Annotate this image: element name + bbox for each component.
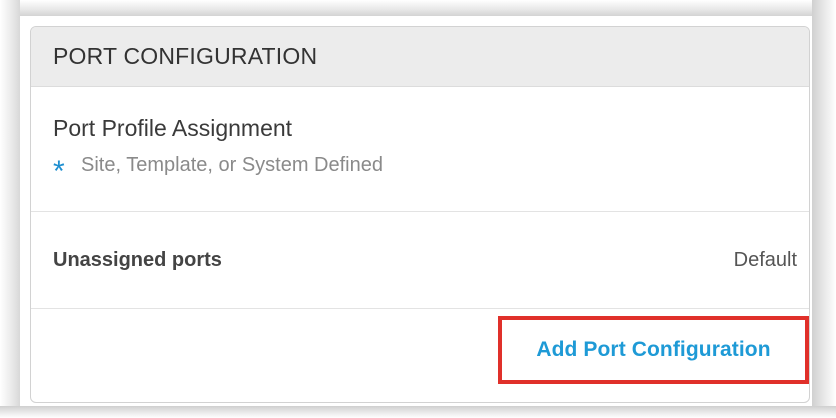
profile-source-text: Site, Template, or System Defined — [81, 154, 383, 176]
frame-shadow-top — [0, 0, 836, 16]
add-port-configuration-label: Add Port Configuration — [536, 338, 771, 361]
unassigned-ports-label: Unassigned ports — [53, 248, 222, 271]
screenshot-frame: PORT CONFIGURATION Port Profile Assignme… — [0, 0, 836, 418]
frame-shadow-left — [0, 0, 20, 418]
panel-header: PORT CONFIGURATION — [31, 27, 809, 87]
port-profile-assignment-title: Port Profile Assignment — [53, 115, 293, 141]
asterisk-icon: * — [53, 154, 65, 188]
port-profile-assignment-section: Port Profile Assignment * Site, Template… — [31, 87, 809, 212]
profile-source-note: * Site, Template, or System Defined — [53, 154, 809, 186]
panel-actions: Add Port Configuration — [31, 309, 809, 402]
panel-title: PORT CONFIGURATION — [53, 43, 318, 69]
frame-shadow-right — [812, 0, 836, 418]
unassigned-ports-value: Default — [733, 248, 797, 271]
port-configuration-panel: PORT CONFIGURATION Port Profile Assignme… — [30, 26, 810, 403]
add-port-configuration-button[interactable]: Add Port Configuration — [498, 316, 809, 384]
frame-shadow-bottom — [0, 406, 836, 418]
unassigned-ports-row: Unassigned ports Default — [31, 212, 809, 309]
